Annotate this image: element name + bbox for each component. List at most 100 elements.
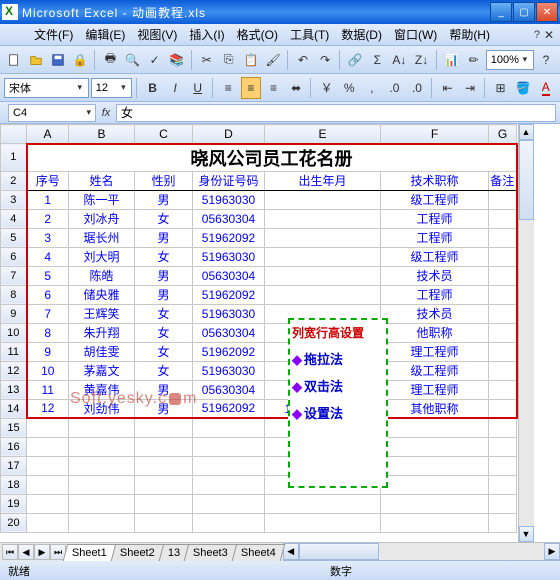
cell[interactable]: 51962092 [193,285,265,304]
cell[interactable] [489,247,517,266]
menu-item[interactable]: 工具(T) [284,24,335,45]
comma-button[interactable]: , [362,77,383,99]
cell[interactable] [489,418,517,437]
cell[interactable] [489,209,517,228]
row-header[interactable]: 11 [1,342,27,361]
cell[interactable] [27,475,69,494]
cell[interactable] [489,437,517,456]
cell[interactable]: 茅嘉文 [69,361,135,380]
sheet-tab[interactable]: Sheet2 [111,544,164,561]
spellcheck-button[interactable]: ✓ [145,49,165,71]
cell[interactable]: 女 [135,323,193,342]
row-header[interactable]: 1 [1,144,27,172]
menu-item[interactable]: 格式(O) [231,24,284,45]
cell[interactable] [193,475,265,494]
row-header[interactable]: 3 [1,190,27,209]
sort-asc-button[interactable]: A↓ [389,49,409,71]
cell[interactable]: 男 [135,285,193,304]
sort-desc-button[interactable]: Z↓ [411,49,431,71]
cell[interactable]: 胡佳雯 [69,342,135,361]
cell[interactable] [135,437,193,456]
minimize-button[interactable]: _ [490,2,512,22]
redo-button[interactable]: ↷ [315,49,335,71]
cell[interactable] [193,456,265,475]
cell[interactable]: 黄嘉伟 [69,380,135,399]
cell[interactable] [489,190,517,209]
col-header[interactable]: A [27,125,69,144]
tab-prev-button[interactable]: ◀ [18,544,34,560]
cell[interactable]: 05630304 [193,266,265,285]
table-header-cell[interactable]: 出生年月 [265,171,381,190]
maximize-button[interactable]: ▢ [513,2,535,22]
row-header[interactable]: 19 [1,494,27,513]
print-button[interactable]: 🖶 [100,49,120,71]
cell[interactable] [27,494,69,513]
spreadsheet-grid[interactable]: ABCDEFG1晓风公司员工花名册2序号姓名性别身份证号码出生年月技术职称备注3… [0,124,518,542]
table-header-cell[interactable]: 身份证号码 [193,171,265,190]
menu-item[interactable]: 编辑(E) [79,24,131,45]
row-header[interactable]: 8 [1,285,27,304]
scroll-left-button[interactable]: ◀ [283,543,299,560]
new-button[interactable] [4,49,24,71]
cell[interactable] [381,456,489,475]
cell[interactable] [489,361,517,380]
cell[interactable]: 51962092 [193,342,265,361]
row-header[interactable]: 4 [1,209,27,228]
horizontal-scrollbar[interactable]: ◀ ▶ [283,543,560,560]
col-header[interactable]: E [265,125,381,144]
cell[interactable] [489,399,517,418]
preview-button[interactable]: 🔍 [122,49,142,71]
cell[interactable]: 女 [135,247,193,266]
cell[interactable] [27,513,69,532]
cell[interactable] [69,456,135,475]
open-button[interactable] [26,49,46,71]
cell[interactable] [489,494,517,513]
save-button[interactable] [48,49,68,71]
cell[interactable] [265,190,381,209]
cell[interactable]: 10 [27,361,69,380]
cell[interactable] [27,456,69,475]
cell[interactable]: 工程师 [381,285,489,304]
cell[interactable]: 陈皓 [69,266,135,285]
dec-decimal-button[interactable]: .0 [407,77,428,99]
cell[interactable]: 女 [135,361,193,380]
cell[interactable] [135,418,193,437]
cell[interactable] [489,323,517,342]
cell[interactable]: 理工程师 [381,342,489,361]
cell[interactable]: 9 [27,342,69,361]
sheet-tab[interactable]: Sheet4 [232,544,285,561]
paste-button[interactable]: 📋 [241,49,261,71]
tab-first-button[interactable]: ⏮ [2,544,18,560]
cell[interactable]: 7 [27,304,69,323]
col-header[interactable]: F [381,125,489,144]
cell[interactable]: 05630304 [193,209,265,228]
cell[interactable] [381,418,489,437]
table-header-cell[interactable]: 姓名 [69,171,135,190]
cell[interactable] [193,513,265,532]
scroll-thumb[interactable] [519,140,534,220]
cell[interactable]: 4 [27,247,69,266]
underline-button[interactable]: U [187,77,208,99]
dec-indent-button[interactable]: ⇤ [437,77,458,99]
cell[interactable]: 工程师 [381,228,489,247]
cell[interactable] [489,380,517,399]
merge-button[interactable]: ⬌ [286,77,307,99]
cell[interactable]: 51963030 [193,190,265,209]
sheet-tab[interactable]: Sheet3 [184,544,237,561]
cell[interactable]: 男 [135,399,193,418]
cell[interactable]: 12 [27,399,69,418]
row-header[interactable]: 7 [1,266,27,285]
cell[interactable] [27,418,69,437]
col-header[interactable]: B [69,125,135,144]
cell[interactable] [135,475,193,494]
cut-button[interactable]: ✂ [197,49,217,71]
help-button[interactable]: ? [536,49,556,71]
align-left-button[interactable]: ≡ [218,77,239,99]
scroll-up-button[interactable]: ▲ [519,124,534,140]
row-header[interactable]: 13 [1,380,27,399]
cell[interactable]: 3 [27,228,69,247]
align-center-button[interactable]: ≡ [241,77,262,99]
cell[interactable]: 男 [135,228,193,247]
cell[interactable]: 男 [135,190,193,209]
formula-input[interactable]: 女 [116,104,556,122]
